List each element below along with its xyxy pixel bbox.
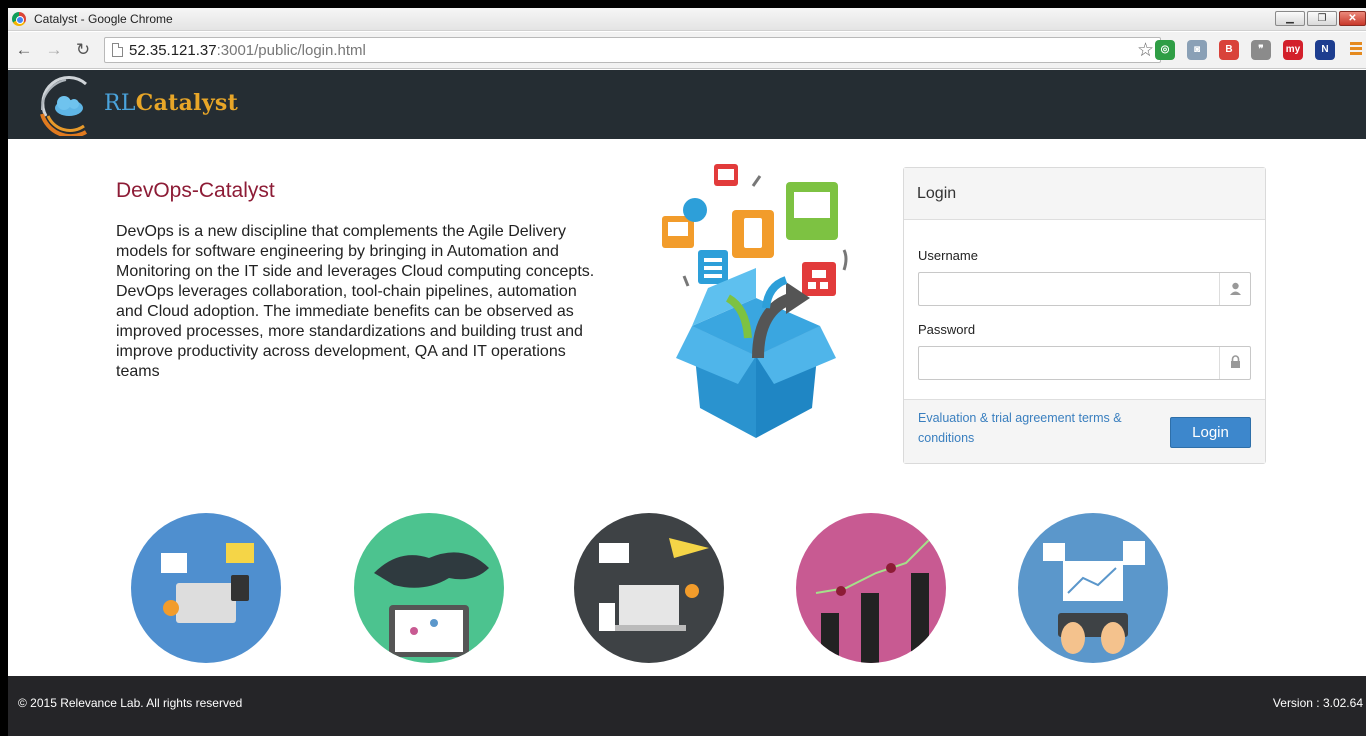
user-icon <box>1219 273 1250 305</box>
open-box-devices-illustration <box>662 164 848 438</box>
password-input-group <box>918 346 1251 380</box>
intro-paragraph: DevOps is a new discipline that compleme… <box>116 223 595 380</box>
url-host: 52.35.121.37 <box>129 42 217 59</box>
back-button[interactable]: ← <box>14 40 34 60</box>
intro-title: DevOps-Catalyst <box>116 179 275 202</box>
page-icon <box>112 43 123 57</box>
n-extension-icon[interactable]: N <box>1315 40 1335 60</box>
site-footer: © 2015 Relevance Lab. All rights reserve… <box>8 676 1366 736</box>
forward-button[interactable]: → <box>44 40 64 60</box>
rlcatalyst-logo-icon <box>40 76 88 136</box>
login-heading: Login <box>904 168 1265 220</box>
reload-button[interactable]: ↻ <box>73 40 93 60</box>
username-input[interactable] <box>919 273 1219 305</box>
login-panel: Login Username Password Evaluation & tri… <box>903 167 1266 464</box>
desk-laptop-illustration <box>574 513 724 663</box>
collaboration-illustration <box>131 513 281 663</box>
chat-extension-icon[interactable]: ❞ <box>1251 40 1271 60</box>
password-input[interactable] <box>919 347 1219 379</box>
password-label: Password <box>918 322 976 337</box>
camera-extension-icon[interactable]: ◙ <box>1187 40 1207 60</box>
address-bar[interactable]: 52.35.121.37:3001/public/login.html ☆ <box>104 37 1161 63</box>
logo-catalyst: Catalyst <box>135 90 239 116</box>
username-input-group <box>918 272 1251 306</box>
login-footer: Evaluation & trial agreement terms & con… <box>904 399 1265 463</box>
world-map-tablet-illustration <box>354 513 504 663</box>
search-extension-icon[interactable]: ◎ <box>1155 40 1175 60</box>
my-extension-icon[interactable]: my <box>1283 40 1303 60</box>
url-path: :3001/public/login.html <box>216 42 366 59</box>
growth-chart-hands-illustration <box>796 513 946 663</box>
site-header: RLCatalyst <box>8 70 1366 139</box>
window-title: Catalyst - Google Chrome <box>34 12 173 26</box>
logo-rl: RL <box>104 91 136 116</box>
maximize-button[interactable]: ❐ <box>1307 11 1337 26</box>
url-text[interactable]: 52.35.121.37:3001/public/login.html <box>129 42 366 59</box>
lock-icon <box>1219 347 1250 379</box>
bookmark-star-icon[interactable]: ☆ <box>1137 39 1154 62</box>
b-extension-icon[interactable]: B <box>1219 40 1239 60</box>
chrome-menu-icon[interactable] <box>1350 42 1362 58</box>
logo-wordmark: RLCatalyst <box>104 90 238 116</box>
browser-toolbar: ← → ↻ 52.35.121.37:3001/public/login.htm… <box>8 32 1366 69</box>
copyright-text: © 2015 Relevance Lab. All rights reserve… <box>18 696 243 710</box>
analytics-keyboard-illustration <box>1018 513 1168 663</box>
chrome-icon <box>12 12 26 26</box>
window-title-bar: Catalyst - Google Chrome ▁ ❐ ✕ <box>8 8 1366 31</box>
login-button[interactable]: Login <box>1170 417 1251 448</box>
browser-window: Catalyst - Google Chrome ▁ ❐ ✕ ← → ↻ 52.… <box>8 8 1366 736</box>
version-text: Version : 3.02.64 <box>1272 696 1363 710</box>
terms-link[interactable]: Evaluation & trial agreement terms & con… <box>918 408 1133 448</box>
username-label: Username <box>918 248 978 263</box>
minimize-button[interactable]: ▁ <box>1275 11 1305 26</box>
close-window-button[interactable]: ✕ <box>1339 11 1366 26</box>
